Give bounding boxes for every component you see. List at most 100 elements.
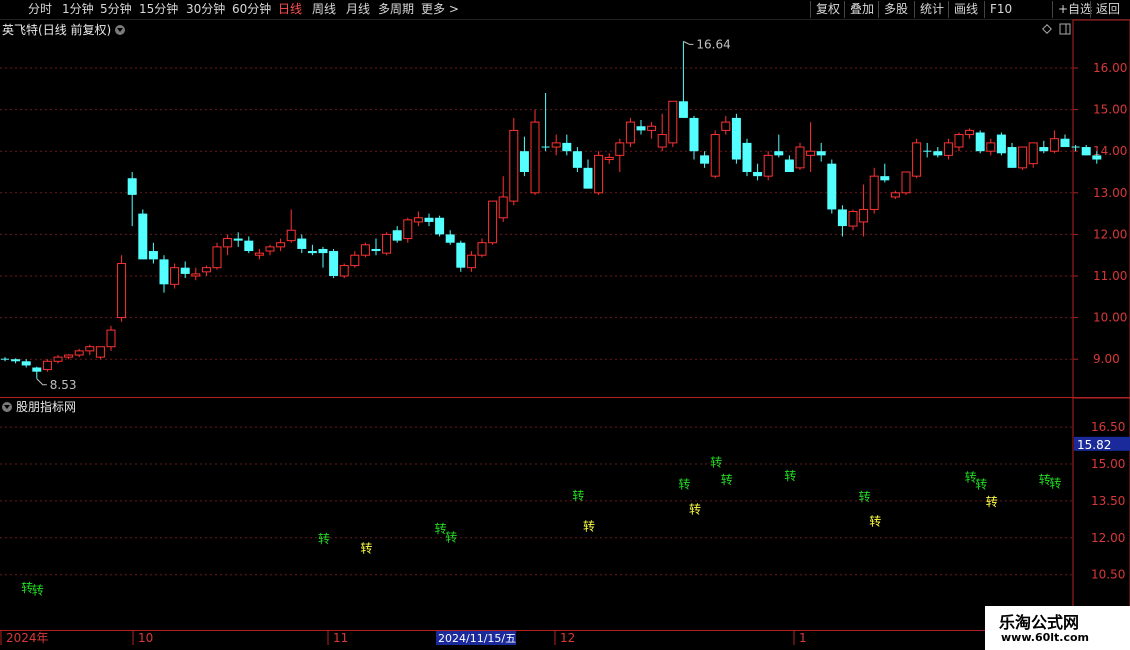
signal-marker: 转 (975, 477, 987, 492)
candle-down (456, 242, 466, 268)
candle-up (339, 265, 349, 277)
candle-down (233, 238, 243, 241)
candle-down (519, 151, 529, 172)
signal-marker: 转 (689, 501, 701, 516)
candle-up (466, 254, 476, 269)
candle-up (647, 125, 657, 131)
candle-up (212, 246, 222, 269)
candle-down (1039, 147, 1049, 152)
candle-up (763, 154, 773, 177)
x-axis-label: 1 (799, 631, 807, 645)
main-y-tick-label: 10.00 (1093, 311, 1127, 325)
watermark-title: 乐淘公式网 (999, 613, 1080, 632)
signal-marker: 转 (721, 472, 733, 487)
candle-up (117, 263, 127, 319)
main-y-tick-label: 9.00 (1093, 352, 1120, 366)
candle-down (159, 259, 169, 285)
signal-marker: 转 (318, 531, 330, 546)
candle-up (191, 273, 201, 277)
candle-down (1081, 147, 1091, 156)
watermark: 乐淘公式网 www.60lt.com (985, 606, 1130, 650)
diamond-icon (1042, 24, 1052, 34)
candle-down (445, 234, 455, 243)
candle-up (1018, 146, 1028, 169)
main-y-tick-label: 12.00 (1093, 227, 1127, 241)
candle-up (890, 192, 900, 198)
current-value-label: 15.82 (1077, 438, 1111, 452)
signal-marker: 转 (784, 468, 796, 483)
candle-down (700, 155, 710, 164)
candle-down (636, 126, 646, 131)
candle-up (286, 229, 296, 242)
signal-marker: 转 (1049, 475, 1061, 490)
signal-marker: 转 (360, 541, 372, 556)
candle-down (774, 151, 784, 156)
high-price-label: 16.64 (696, 37, 730, 51)
candle-up (869, 175, 879, 210)
candle-up (265, 246, 275, 252)
candle-up (498, 196, 508, 219)
candle-up (710, 134, 720, 177)
sub-y-tick-label: 13.50 (1091, 494, 1125, 508)
candle-up (170, 267, 180, 285)
candle-up (668, 100, 678, 144)
candle-up (901, 171, 911, 194)
price-axis-frame (1072, 19, 1130, 399)
candle-up (477, 242, 487, 256)
candle-up (1028, 142, 1038, 165)
signal-marker: 转 (678, 477, 690, 492)
sub-y-tick-label: 12.00 (1091, 531, 1125, 545)
candle-down (307, 251, 317, 254)
low-marker-line (36, 378, 47, 386)
sub-y-tick-label: 15.00 (1091, 457, 1125, 471)
candle-up (986, 142, 996, 152)
candle-down (244, 240, 254, 252)
candle-down (880, 176, 890, 181)
candle-up (795, 146, 805, 169)
candle-down (11, 359, 21, 362)
watermark-url: www.60lt.com (1001, 631, 1090, 644)
candle-up (509, 129, 519, 202)
candle-up (382, 233, 392, 254)
signal-marker: 转 (572, 488, 584, 503)
candle-down (996, 134, 1006, 154)
candle-down (392, 230, 402, 241)
candle-up (965, 129, 975, 136)
main-y-tick-label: 15.00 (1093, 103, 1127, 117)
signal-marker: 转 (32, 582, 44, 597)
main-y-tick-label: 11.00 (1093, 269, 1127, 283)
candle-up (223, 238, 233, 248)
candle-up (551, 142, 561, 148)
candle-down (297, 238, 307, 249)
candle-up (276, 242, 286, 248)
candle-down (753, 172, 763, 177)
candle-up (943, 142, 953, 156)
candle-down (562, 142, 572, 152)
candle-up (625, 121, 635, 144)
candle-up (657, 134, 667, 148)
candle-down (32, 367, 42, 372)
x-axis-label: 10 (138, 631, 153, 645)
candle-down (21, 361, 31, 366)
main-y-tick-label: 16.00 (1093, 61, 1127, 75)
candle-up (413, 217, 423, 223)
signal-marker: 转 (869, 514, 881, 529)
candle-down (678, 101, 688, 118)
candle-up (95, 346, 105, 358)
low-price-label: 8.53 (50, 378, 77, 392)
candle-down (127, 178, 137, 195)
window-icon (1059, 23, 1071, 35)
candle-down (1060, 138, 1070, 148)
candle-up (42, 360, 52, 371)
candle-up (954, 134, 964, 148)
x-axis-label: 11 (333, 631, 348, 645)
sub-y-tick-label: 16.50 (1091, 420, 1125, 434)
candle-down (731, 117, 741, 160)
candle-down (180, 267, 190, 274)
candle-up (1049, 138, 1059, 152)
candle-down (784, 159, 794, 172)
signal-marker: 转 (583, 519, 595, 534)
x-axis-label: 2024年 (6, 631, 49, 645)
candle-down (933, 151, 943, 156)
candle-up (594, 154, 604, 194)
